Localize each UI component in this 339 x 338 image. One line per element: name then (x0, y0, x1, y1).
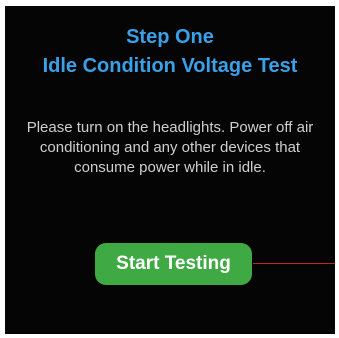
start-testing-button[interactable]: Start Testing (95, 243, 252, 285)
test-title: Idle Condition Voltage Test (42, 55, 298, 77)
screen: Step One Idle Condition Voltage Test Ple… (5, 6, 335, 334)
instructions-text: Please turn on the headlights. Power off… (26, 119, 314, 176)
step-title: Step One (126, 26, 214, 48)
connector-line (253, 263, 335, 264)
